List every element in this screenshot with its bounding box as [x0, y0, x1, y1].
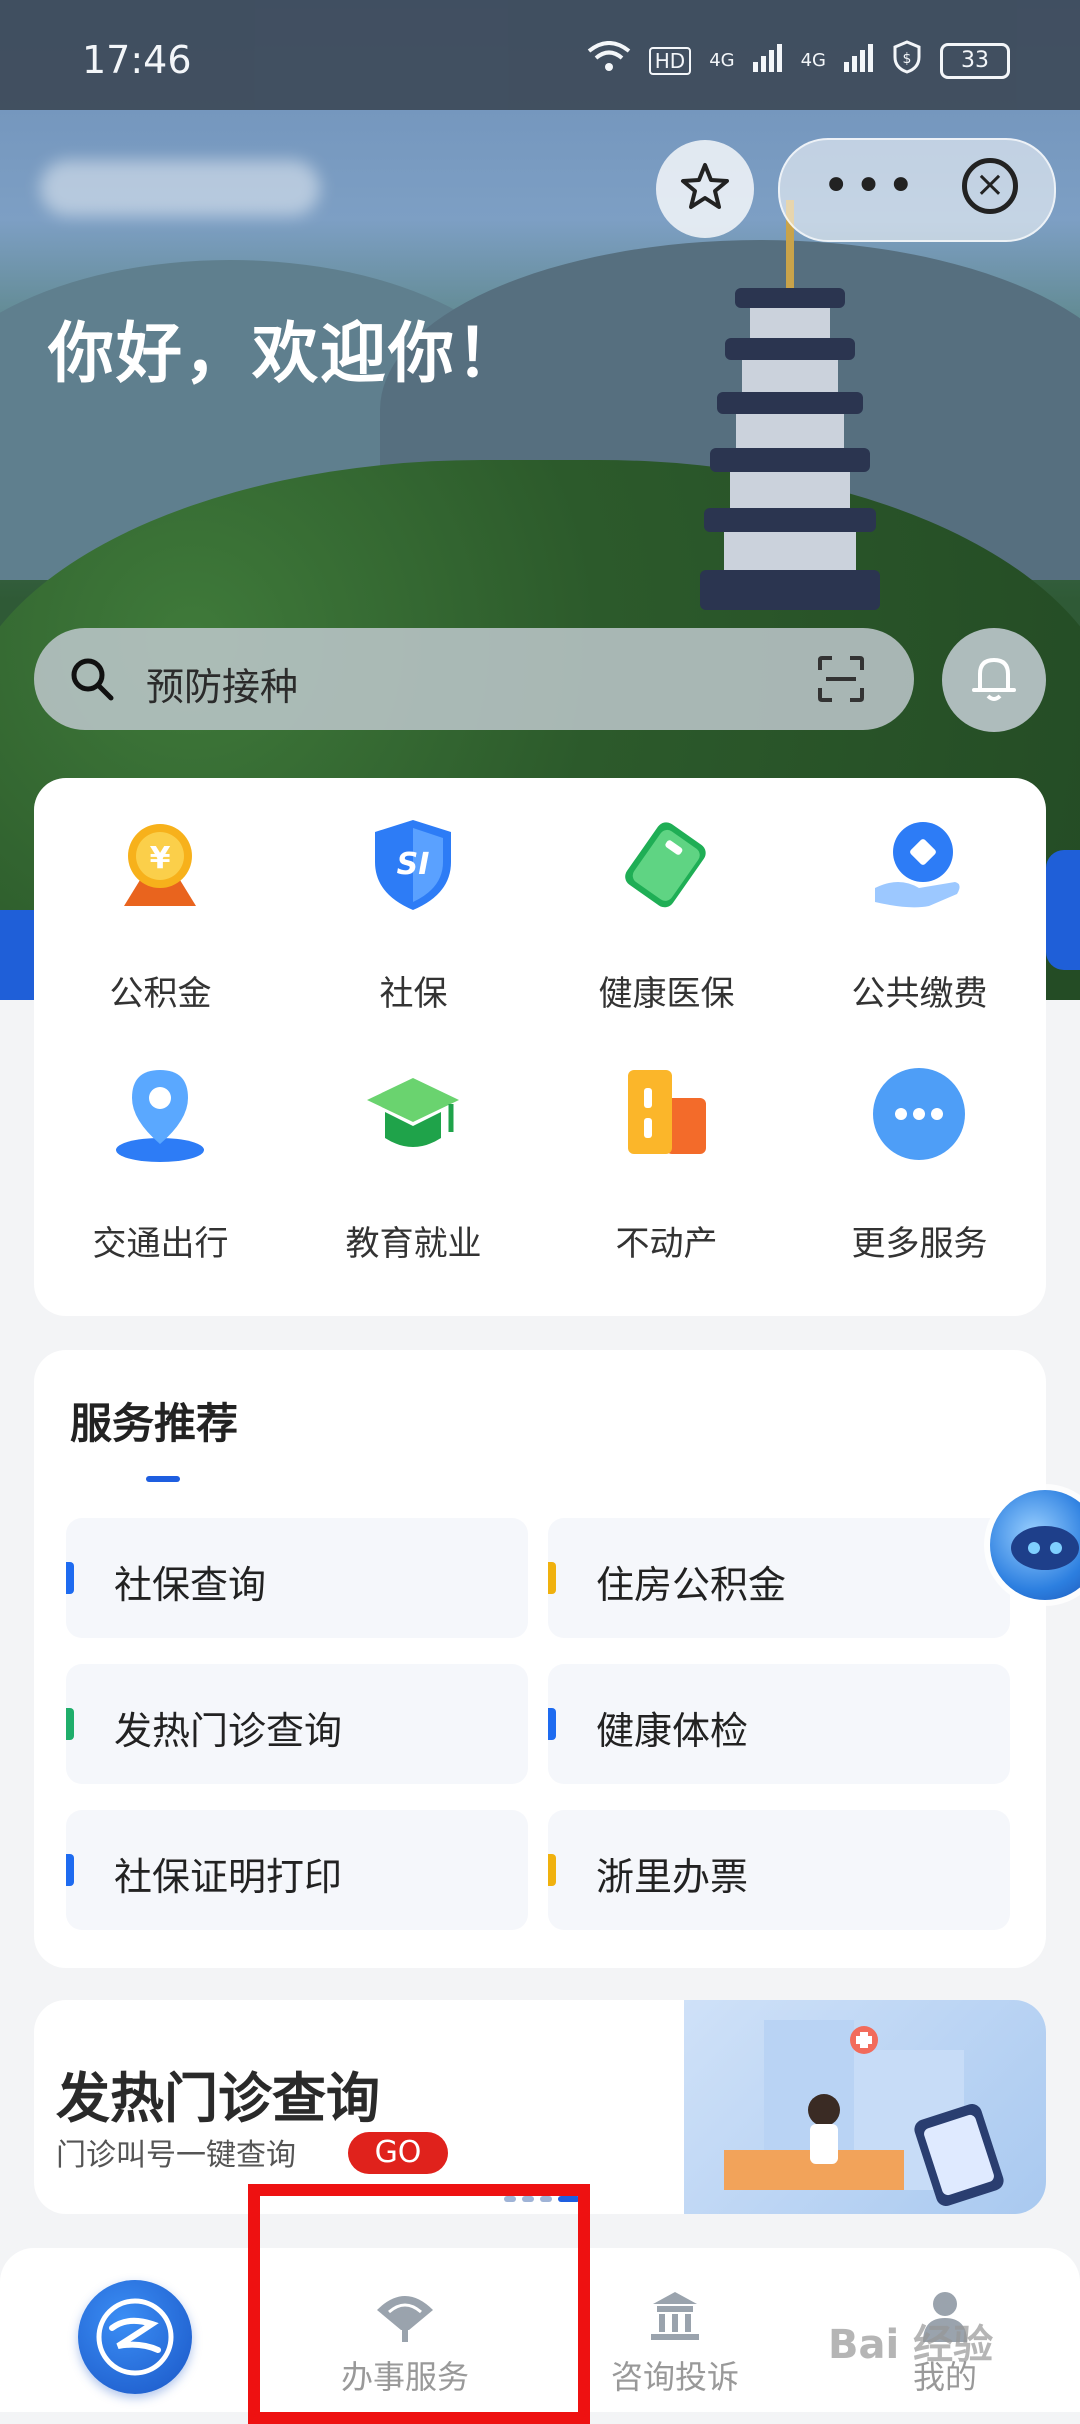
recommend-item-fever-clinic[interactable]: 发热门诊查询 [66, 1664, 528, 1784]
accent-bar [548, 1854, 556, 1886]
service-health-insurance[interactable]: 健康医保 [540, 778, 793, 1028]
signal-2-label: 4G [800, 50, 826, 71]
service-label: 教育就业 [345, 1224, 482, 1264]
service-more[interactable]: 更多服务 [793, 1028, 1046, 1278]
accent-bar [66, 1708, 74, 1740]
recommend-item-health-checkup[interactable]: 健康体检 [548, 1664, 1010, 1784]
greeting-text: 你好，欢迎你！ [48, 315, 524, 392]
miniapp-capsule: ••• × [778, 138, 1056, 242]
social-security-shield-icon: SI [363, 814, 463, 914]
scan-icon[interactable] [816, 654, 866, 704]
wifi-icon [587, 41, 631, 80]
watermark-text: Bai 经验 [828, 2322, 994, 2368]
svg-text:$: $ [903, 51, 912, 67]
service-public-payment[interactable]: 公共缴费 [793, 778, 1046, 1028]
building-icon [645, 2288, 705, 2344]
service-real-estate[interactable]: 不动产 [540, 1028, 793, 1278]
service-label: 社保 [379, 974, 448, 1014]
signal-1-icon [752, 42, 783, 79]
service-label: 健康医保 [598, 974, 735, 1014]
fever-clinic-banner[interactable]: 发热门诊查询 门诊叫号一键查询 GO [34, 2000, 1046, 2214]
service-label: 更多服务 [851, 1224, 988, 1264]
security-shield-icon: $ [892, 40, 922, 81]
decor-edge-left [0, 910, 34, 1000]
status-time: 17:46 [82, 38, 192, 82]
service-label: 交通出行 [92, 1224, 229, 1264]
housing-fund-coin-icon: ¥ [110, 814, 210, 914]
status-icons: HD 4G 4G $ 33 [587, 40, 1010, 81]
service-label: 不动产 [615, 1224, 718, 1264]
decor-edge-right [1046, 850, 1080, 970]
services-grid: ¥ 公积金 SI 社保 健康医保 公共缴费 交通出行 教育就业 不动产 更多服务 [34, 778, 1046, 1316]
recommend-item-social-security-query[interactable]: 社保查询 [66, 1518, 528, 1638]
star-icon [678, 160, 732, 218]
real-estate-icon [616, 1064, 716, 1164]
recommend-item-housing-fund[interactable]: 住房公积金 [548, 1518, 1010, 1638]
service-housing-fund[interactable]: ¥ 公积金 [34, 778, 287, 1028]
service-social-security[interactable]: SI 社保 [287, 778, 540, 1028]
health-insurance-card-icon [616, 814, 716, 914]
recommend-item-label: 社保查询 [114, 1563, 267, 1607]
service-transport[interactable]: 交通出行 [34, 1028, 287, 1278]
annotation-highlight-box [248, 2184, 590, 2424]
home-logo-icon [78, 2280, 192, 2394]
recommend-item-label: 健康体检 [596, 1709, 749, 1753]
go-button[interactable]: GO [348, 2132, 448, 2174]
recommend-item-label: 社保证明打印 [114, 1855, 343, 1899]
svg-text:¥: ¥ [150, 841, 171, 876]
accent-bar [66, 1854, 74, 1886]
service-label: 公积金 [109, 974, 212, 1014]
recommend-item-label: 发热门诊查询 [114, 1709, 343, 1753]
banner-title: 发热门诊查询 [56, 2067, 380, 2130]
recommend-item-label: 浙里办票 [596, 1855, 749, 1899]
close-circle-icon[interactable]: × [962, 158, 1018, 214]
assistant-robot-icon[interactable] [990, 1490, 1080, 1600]
recommend-title: 服务推荐 [70, 1399, 239, 1448]
recommend-section: 服务推荐 社保查询 住房公积金 发热门诊查询 健康体检 社保证明打印 浙里办票 [34, 1350, 1046, 1968]
signal-2-icon [844, 42, 874, 79]
accent-bar [548, 1562, 556, 1594]
hospital-illustration [684, 2000, 1046, 2214]
search-bar[interactable]: 预防接种 [34, 628, 914, 730]
banner-subtitle: 门诊叫号一键查询 [56, 2138, 296, 2173]
hd-label: HD [648, 46, 692, 75]
service-label: 公共缴费 [851, 974, 988, 1014]
svg-text:SI: SI [397, 847, 430, 882]
search-icon [68, 655, 116, 703]
more-dots-icon[interactable]: ••• [822, 162, 919, 210]
location-pin-icon [110, 1064, 210, 1164]
graduation-cap-icon [363, 1064, 463, 1164]
recommend-item-social-security-print[interactable]: 社保证明打印 [66, 1810, 528, 1930]
tab-home[interactable] [0, 2248, 270, 2412]
battery-indicator: 33 [940, 42, 1010, 79]
recommend-item-label: 住房公积金 [596, 1563, 787, 1607]
search-placeholder: 预防接种 [146, 665, 299, 709]
signal-1-label: 4G [709, 50, 735, 71]
more-services-icon [869, 1064, 969, 1164]
recommend-item-zheli-ticket[interactable]: 浙里办票 [548, 1810, 1010, 1930]
accent-bar [66, 1562, 74, 1594]
recommend-title-underline [146, 1476, 180, 1482]
bell-icon [970, 652, 1018, 708]
status-bar: 17:46 HD 4G 4G $ 33 [0, 0, 1080, 110]
service-education[interactable]: 教育就业 [287, 1028, 540, 1278]
public-payment-icon [869, 814, 969, 914]
blurred-username [40, 160, 320, 216]
accent-bar [548, 1708, 556, 1740]
notification-button[interactable] [942, 628, 1046, 732]
favorite-button[interactable] [656, 140, 754, 238]
